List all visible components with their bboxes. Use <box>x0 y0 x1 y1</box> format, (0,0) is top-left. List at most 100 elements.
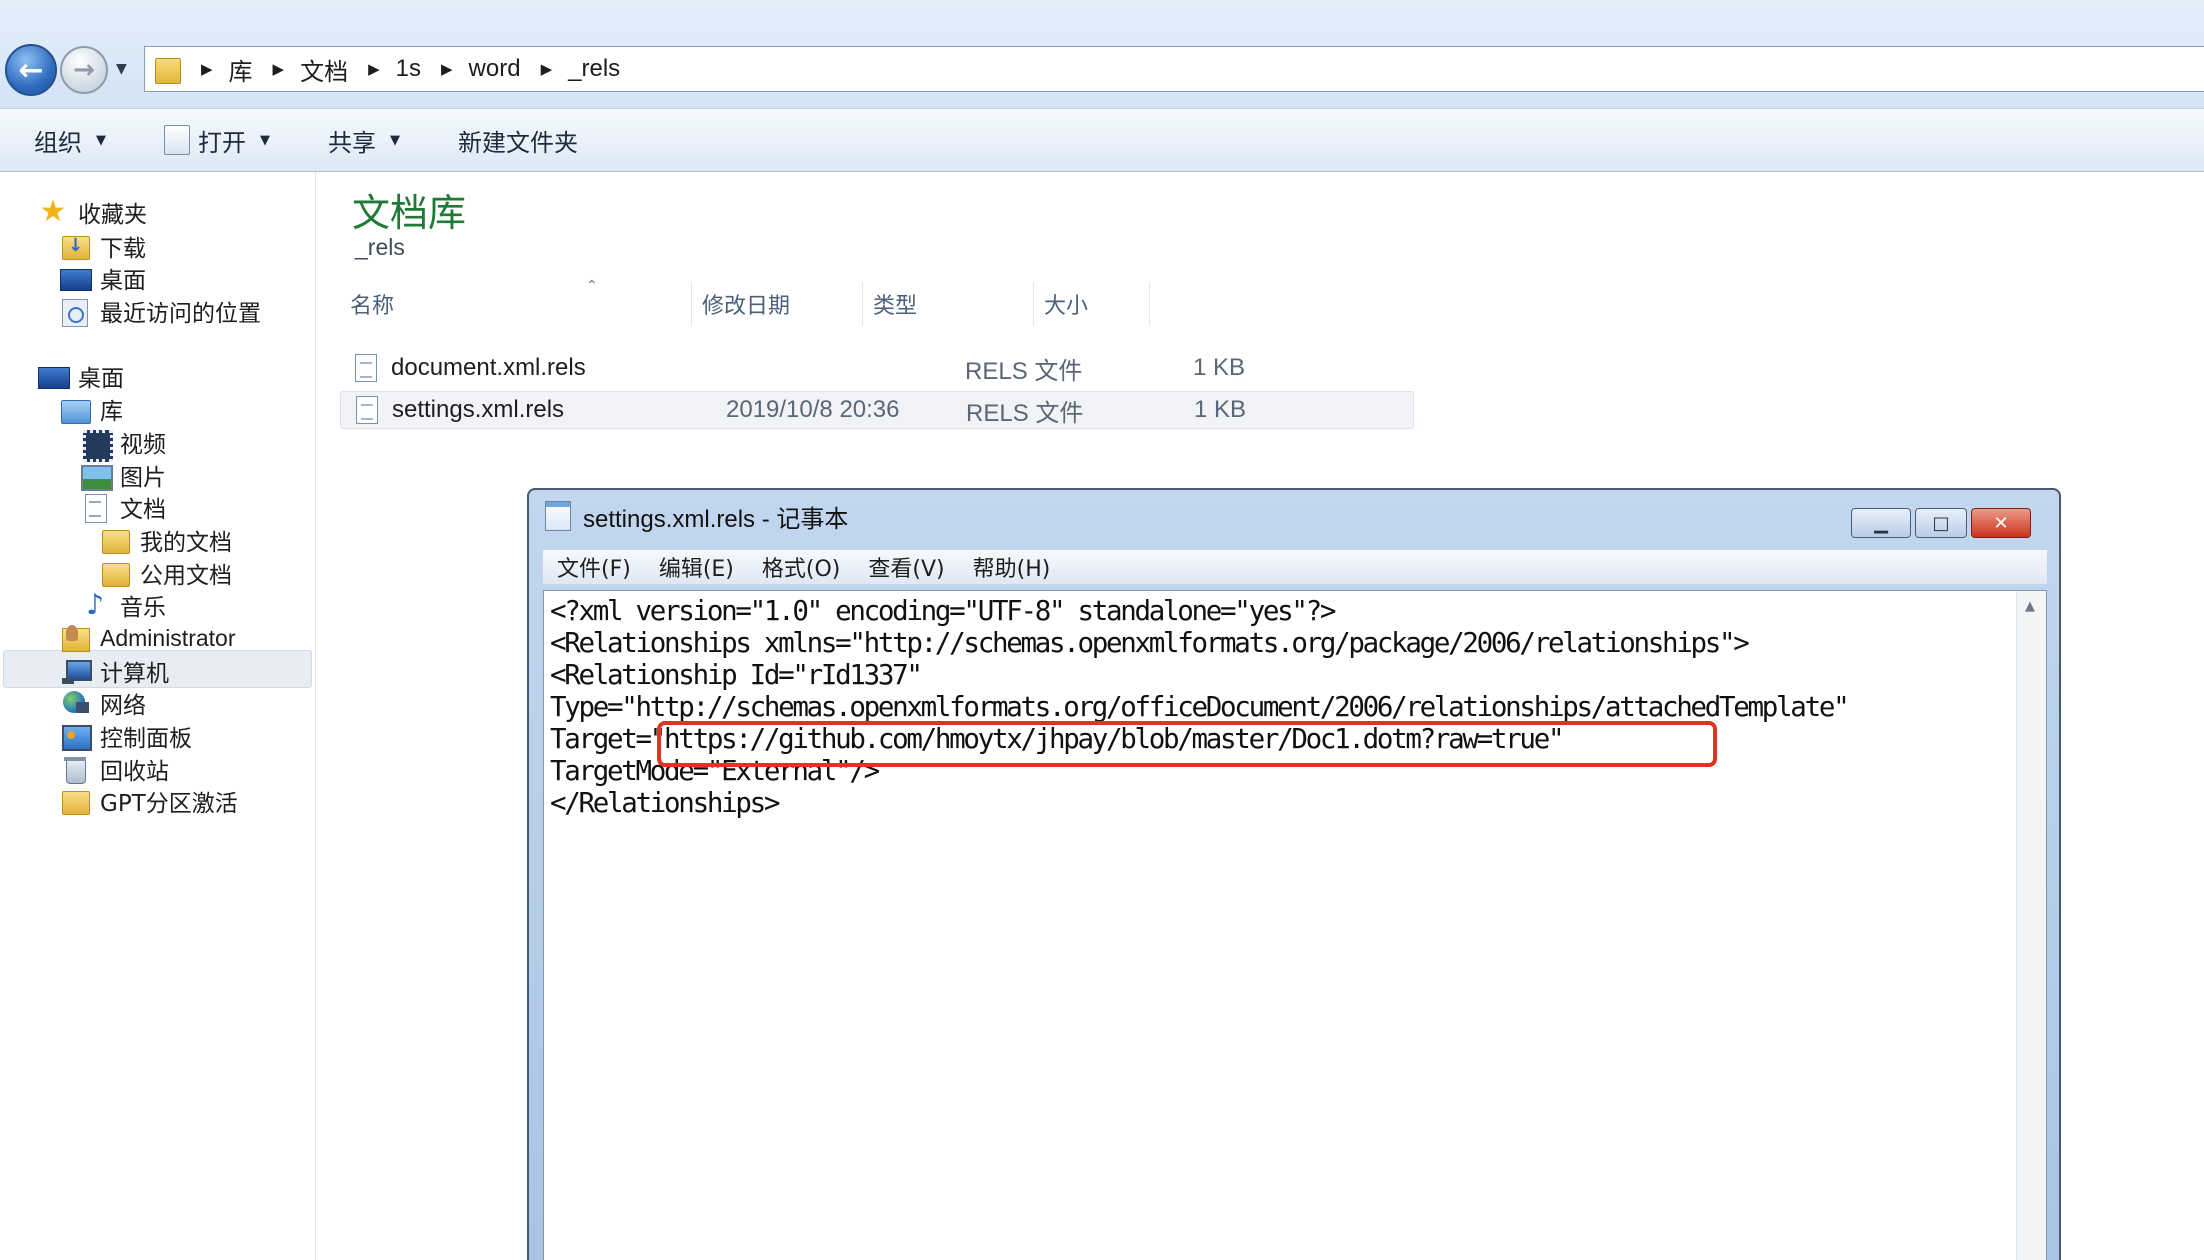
downloads-folder-icon <box>60 231 90 261</box>
forward-button[interactable]: → <box>60 46 108 94</box>
page-subtitle: _rels <box>355 234 405 260</box>
file-size: 1 KB <box>1192 354 1245 381</box>
close-button[interactable]: ✕ <box>1971 508 2031 538</box>
menu-help[interactable]: 帮助(H) <box>973 551 1051 583</box>
new-folder-label: 新建文件夹 <box>458 128 578 157</box>
command-toolbar: 组织 ▼ 打开 ▼ 共享 ▼ 新建文件夹 <box>0 108 2204 172</box>
address-bar: ← → ▼ ▶ 库 ▶ 文档 ▶ 1s ▶ word ▶ _rels <box>0 0 2204 108</box>
window-titlebar[interactable]: settings.xml.rels - 记事本 <box>529 490 2059 542</box>
crumb-separator-icon[interactable]: ▶ <box>541 60 553 78</box>
column-label: 类型 <box>873 294 918 319</box>
sidebar-item-desktop-fav[interactable]: 桌面 <box>60 260 146 296</box>
crumb-separator-icon[interactable]: ▶ <box>273 60 285 78</box>
sidebar-item-gpt-folder[interactable]: GPT分区激活 <box>60 783 238 819</box>
file-row-selected[interactable]: settings.xml.rels 2019/10/8 20:36 RELS 文… <box>340 391 1414 429</box>
sidebar-item-label: 最近访问的位置 <box>100 301 261 327</box>
sidebar-item-recycle-bin[interactable]: 回收站 <box>60 751 169 787</box>
sidebar-item-label: 库 <box>100 399 123 425</box>
menu-edit[interactable]: 编辑(E) <box>659 551 734 583</box>
sidebar-item-computer[interactable]: 计算机 <box>60 653 169 689</box>
notepad-icon <box>164 125 190 155</box>
chevron-down-icon: ▼ <box>96 132 106 148</box>
crumb-documents[interactable]: 文档 <box>300 52 348 87</box>
file-row[interactable]: document.xml.rels RELS 文件 1 KB <box>340 349 1414 387</box>
crumb-library[interactable]: 库 <box>229 52 253 87</box>
scroll-up-icon[interactable]: ▲ <box>2025 599 2035 614</box>
column-size[interactable]: 大小 <box>1034 282 1150 326</box>
minimize-button[interactable]: ▁ <box>1851 508 1911 538</box>
sidebar-item-control-panel[interactable]: 控制面板 <box>60 718 192 754</box>
sidebar-item-music[interactable]: ♪ 音乐 <box>80 587 166 623</box>
file-icon <box>356 396 378 424</box>
vertical-scrollbar[interactable]: ▲ <box>2016 591 2046 1260</box>
sidebar-item-label: 音乐 <box>120 595 166 621</box>
crumb-1s[interactable]: 1s <box>396 55 421 83</box>
sidebar-item-label: 控制面板 <box>100 726 192 752</box>
column-label: 名称 <box>350 294 395 319</box>
sidebar-item-downloads[interactable]: 下载 <box>60 228 146 264</box>
sidebar-item-documents[interactable]: 文档 <box>80 489 166 525</box>
maximize-button[interactable]: □ <box>1915 508 1967 538</box>
breadcrumb[interactable]: ▶ 库 ▶ 文档 ▶ 1s ▶ word ▶ _rels <box>144 46 2204 92</box>
file-icon <box>355 354 377 382</box>
library-icon <box>60 394 91 424</box>
control-panel-icon <box>60 721 92 751</box>
sidebar-item-libraries[interactable]: 库 <box>60 391 123 427</box>
sort-ascending-icon: ⌃ <box>586 278 598 294</box>
sidebar-item-label: 桌面 <box>100 268 146 294</box>
crumb-separator-icon[interactable]: ▶ <box>368 60 380 78</box>
sidebar-item-label: 回收站 <box>100 759 169 785</box>
column-name[interactable]: 名称 <box>340 282 692 326</box>
sidebar-item-public-documents[interactable]: 公用文档 <box>100 555 232 591</box>
minimize-icon: ▁ <box>1874 512 1888 534</box>
close-icon: ✕ <box>1993 512 2009 534</box>
folder-icon <box>60 786 90 816</box>
picture-icon <box>80 460 113 491</box>
folder-icon <box>100 525 130 555</box>
crumb-rels[interactable]: _rels <box>568 55 620 83</box>
organize-label: 组织 <box>34 128 82 157</box>
column-modified[interactable]: 修改日期 <box>692 282 863 326</box>
user-folder-icon <box>60 623 90 653</box>
text-editor[interactable]: <?xml version="1.0" encoding="UTF-8" sta… <box>543 590 2047 1260</box>
document-icon <box>80 492 110 523</box>
sidebar-item-desktop[interactable]: 桌面 <box>38 358 124 394</box>
chevron-down-icon: ▼ <box>260 132 270 148</box>
open-button[interactable]: 打开 ▼ <box>164 123 270 158</box>
share-label: 共享 <box>328 128 376 157</box>
sidebar-item-my-documents[interactable]: 我的文档 <box>100 522 232 558</box>
file-content: <?xml version="1.0" encoding="UTF-8" sta… <box>550 595 1850 819</box>
sidebar-item-label: 桌面 <box>78 366 124 392</box>
sidebar-item-network[interactable]: 网络 <box>60 685 146 721</box>
crumb-word[interactable]: word <box>469 55 521 83</box>
new-folder-button[interactable]: 新建文件夹 <box>458 123 578 158</box>
maximize-icon: □ <box>1932 512 1950 534</box>
sidebar-item-recent[interactable]: 最近访问的位置 <box>60 293 261 329</box>
code-line: </Relationships> <box>550 787 780 819</box>
crumb-separator-icon[interactable]: ▶ <box>441 60 453 78</box>
column-label: 大小 <box>1044 294 1089 319</box>
sidebar-item-pictures[interactable]: 图片 <box>80 457 166 493</box>
menu-format[interactable]: 格式(O) <box>762 551 840 583</box>
menu-bar: 文件(F) 编辑(E) 格式(O) 查看(V) 帮助(H) <box>543 550 2047 584</box>
sidebar-item-label: GPT分区激活 <box>100 791 238 817</box>
video-icon <box>80 427 113 462</box>
menu-view[interactable]: 查看(V) <box>868 551 944 583</box>
sidebar-item-videos[interactable]: 视频 <box>80 424 166 462</box>
menu-file[interactable]: 文件(F) <box>557 551 631 583</box>
organize-button[interactable]: 组织 ▼ <box>34 123 106 158</box>
sidebar-item-favorites[interactable]: ★ 收藏夹 <box>38 194 147 230</box>
recent-pages-dropdown[interactable]: ▼ <box>116 62 132 76</box>
column-type[interactable]: 类型 <box>863 282 1034 326</box>
sidebar-item-administrator[interactable]: Administrator <box>60 620 235 656</box>
recycle-bin-icon <box>60 754 90 784</box>
music-icon: ♪ <box>86 588 104 621</box>
folder-icon <box>100 558 130 588</box>
column-label: 修改日期 <box>702 294 791 319</box>
back-button[interactable]: ← <box>5 44 57 96</box>
share-button[interactable]: 共享 ▼ <box>328 123 400 158</box>
crumb-separator-icon[interactable]: ▶ <box>201 60 213 78</box>
sidebar-item-label: 收藏夹 <box>78 202 147 228</box>
file-type: RELS 文件 <box>965 357 1083 385</box>
folder-icon <box>153 54 181 84</box>
